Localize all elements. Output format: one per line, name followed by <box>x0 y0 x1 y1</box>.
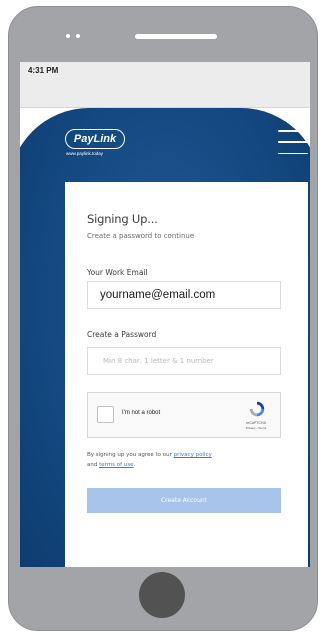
hamburger-menu-icon[interactable] <box>278 130 308 154</box>
privacy-policy-link[interactable]: privacy policy <box>174 452 212 458</box>
terms-suffix: . <box>133 462 136 468</box>
phone-frame: 4:31 PM PayLink www.paylink.today Signin… <box>8 6 318 631</box>
recaptcha-brand: reCAPTCHA <box>246 421 266 425</box>
camera-dots <box>66 34 80 38</box>
speaker-grille <box>135 34 217 39</box>
email-field[interactable]: yourname@email.com <box>87 281 281 309</box>
terms-of-use-link[interactable]: terms of use <box>99 462 133 468</box>
form-subtitle: Create a password to continue <box>87 232 195 240</box>
logo-text: PayLink <box>73 133 117 145</box>
terms-text: By signing up you agree to our privacy p… <box>87 450 287 470</box>
status-bar: 4:31 PM <box>20 62 310 108</box>
form-title: Signing Up... <box>87 212 158 226</box>
create-account-button[interactable]: Create Account <box>87 488 281 513</box>
recaptcha-logo-icon <box>249 401 265 417</box>
recaptcha-label: I'm not a robot <box>122 410 161 416</box>
home-button[interactable] <box>139 572 185 618</box>
terms-prefix: By signing up you agree to our <box>87 452 172 458</box>
password-field[interactable]: Min 8 char, 1 letter & 1 number <box>87 347 281 375</box>
recaptcha-links: Privacy - Terms <box>245 426 267 430</box>
signup-card: Signing Up... Create a password to conti… <box>65 182 308 567</box>
password-label: Create a Password <box>87 330 157 339</box>
email-label: Your Work Email <box>87 268 148 277</box>
recaptcha-widget: I'm not a robot reCAPTCHA Privacy - Term… <box>87 392 281 438</box>
logo-url: www.paylink.today <box>66 151 104 156</box>
paylink-logo[interactable]: PayLink <box>65 129 125 149</box>
status-time: 4:31 PM <box>28 66 59 75</box>
phone-screen: 4:31 PM PayLink www.paylink.today Signin… <box>20 62 310 567</box>
terms-and: and <box>87 462 98 468</box>
recaptcha-checkbox[interactable] <box>97 406 114 423</box>
